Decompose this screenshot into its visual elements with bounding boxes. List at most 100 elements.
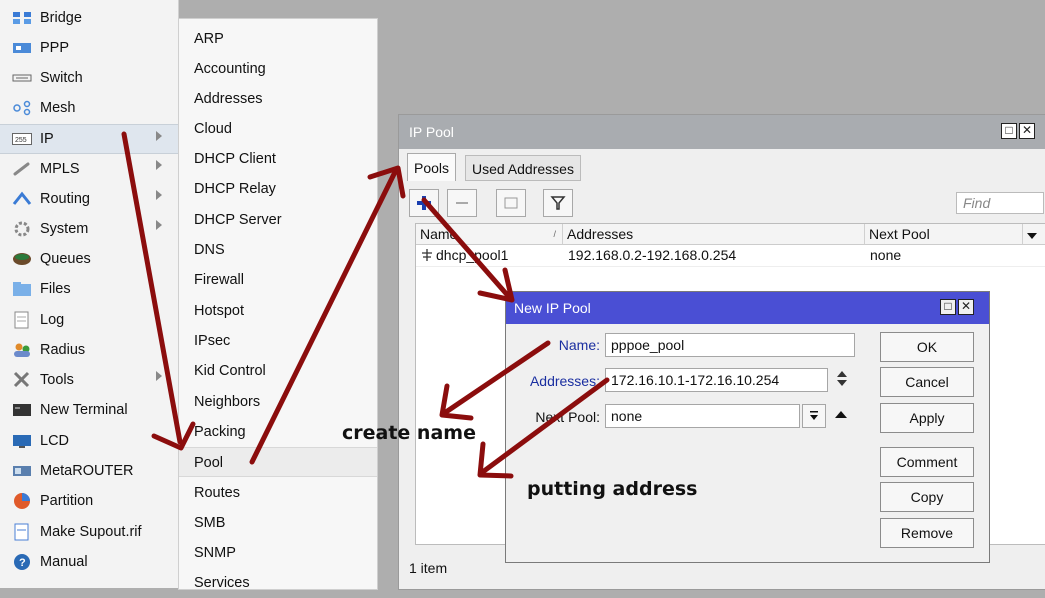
submenu-item-routes[interactable]: Routes (179, 478, 377, 508)
comment-button[interactable]: Comment (880, 447, 974, 477)
table-row[interactable]: dhcp_pool1 192.168.0.2-192.168.0.254 non… (416, 246, 1045, 267)
submenu-item-pool[interactable]: Pool (179, 447, 377, 477)
annotation-create-name: create name (342, 422, 476, 444)
filter-icon (550, 196, 566, 210)
terminal-icon (10, 400, 34, 420)
sidebar-item-metarouter[interactable]: MetaROUTER (0, 456, 178, 486)
submenu-arrow-icon (156, 220, 162, 230)
ip-submenu: ARP Accounting Addresses Cloud DHCP Clie… (178, 18, 378, 591)
sidebar-item-manual[interactable]: ? Manual (0, 547, 178, 577)
updown-icon[interactable] (837, 371, 849, 389)
sort-icon: / (553, 229, 556, 239)
partition-icon (10, 491, 34, 511)
find-input[interactable]: Find (956, 192, 1044, 214)
window-title: IP Pool (409, 124, 454, 140)
sidebar-item-queues[interactable]: Queues (0, 244, 178, 274)
sidebar-item-label: MPLS (40, 161, 80, 177)
new-pool-titlebar[interactable]: New IP Pool □ ✕ (506, 292, 989, 324)
name-field[interactable]: pppoe_pool (605, 333, 855, 357)
sidebar-item-new-terminal[interactable]: New Terminal (0, 395, 178, 425)
sidebar-item-ip[interactable]: 255 IP (0, 124, 178, 154)
copy-button[interactable]: Copy (880, 482, 974, 512)
cancel-button[interactable]: Cancel (880, 367, 974, 397)
submenu-item-dns[interactable]: DNS (179, 235, 377, 265)
system-icon (10, 219, 34, 239)
svg-text:?: ? (19, 557, 26, 569)
sidebar-item-make-supout[interactable]: Make Supout.rif (0, 517, 178, 547)
submenu-arrow-icon (156, 131, 162, 141)
submenu-item-services[interactable]: Services (179, 568, 377, 598)
close-icon[interactable]: ✕ (1019, 123, 1035, 139)
maximize-icon[interactable]: □ (1001, 123, 1017, 139)
sidebar-item-label: Tools (40, 372, 74, 388)
addresses-field[interactable]: 172.16.10.1-172.16.10.254 (605, 368, 828, 392)
column-header-next-pool[interactable]: Next Pool (865, 224, 1023, 245)
submenu-item-accounting[interactable]: Accounting (179, 54, 377, 84)
sidebar-item-label: Partition (40, 493, 94, 509)
sidebar-item-label: New Terminal (40, 402, 128, 418)
apply-button[interactable]: Apply (880, 403, 974, 433)
dropdown-button[interactable] (802, 404, 826, 428)
submenu-item-kid-control[interactable]: Kid Control (179, 356, 377, 386)
submenu-arrow-icon (156, 371, 162, 381)
sidebar-item-ppp[interactable]: PPP (0, 33, 178, 63)
comment-button[interactable] (496, 189, 526, 217)
column-header-addresses[interactable]: Addresses (563, 224, 865, 245)
name-label: Name: (558, 337, 600, 353)
submenu-item-dhcp-relay[interactable]: DHCP Relay (179, 174, 377, 204)
submenu-item-neighbors[interactable]: Neighbors (179, 387, 377, 417)
maximize-icon[interactable]: □ (940, 299, 956, 315)
submenu-item-snmp[interactable]: SNMP (179, 538, 377, 568)
sidebar-item-label: LCD (40, 433, 70, 449)
sidebar-item-system[interactable]: System (0, 214, 178, 244)
sidebar-item-tools[interactable]: Tools (0, 365, 178, 395)
mesh-icon (10, 98, 34, 118)
submenu-item-dhcp-client[interactable]: DHCP Client (179, 144, 377, 174)
sidebar-item-label: Queues (40, 251, 91, 267)
submenu-item-hotspot[interactable]: Hotspot (179, 296, 377, 326)
tab-used-addresses[interactable]: Used Addresses (465, 155, 581, 181)
filter-button[interactable] (543, 189, 573, 217)
sidebar-item-lcd[interactable]: LCD (0, 426, 178, 456)
manual-icon: ? (10, 552, 34, 572)
remove-button[interactable]: Remove (880, 518, 974, 548)
sidebar-item-log[interactable]: Log (0, 305, 178, 335)
sidebar-item-label: Log (40, 312, 65, 328)
sidebar-item-routing[interactable]: Routing (0, 184, 178, 214)
sidebar-item-radius[interactable]: Radius (0, 335, 178, 365)
sidebar-item-mpls[interactable]: MPLS (0, 154, 178, 184)
column-header-name[interactable]: Name / (416, 224, 563, 245)
ip-pool-titlebar[interactable]: IP Pool □ ✕ (399, 115, 1045, 149)
submenu-item-cloud[interactable]: Cloud (179, 114, 377, 144)
next-pool-label: Next Pool: (535, 409, 600, 425)
ok-button[interactable]: OK (880, 332, 974, 362)
chevron-down-icon (810, 411, 818, 420)
collapse-icon[interactable] (835, 411, 847, 418)
sidebar-item-files[interactable]: Files (0, 274, 178, 304)
sidebar-item-partition[interactable]: Partition (0, 486, 178, 516)
submenu-item-smb[interactable]: SMB (179, 508, 377, 538)
sidebar-item-mesh[interactable]: Mesh (0, 93, 178, 123)
new-ip-pool-dialog: New IP Pool □ ✕ Name: pppoe_pool Address… (505, 291, 990, 563)
sidebar-item-label: Switch (40, 70, 83, 86)
sidebar-item-label: Bridge (40, 10, 82, 26)
pool-addresses-cell: 192.168.0.2-192.168.0.254 (568, 247, 737, 263)
next-pool-select[interactable]: none (605, 404, 800, 428)
sidebar-item-switch[interactable]: Switch (0, 63, 178, 93)
tab-pools[interactable]: Pools (407, 153, 457, 181)
submenu-item-firewall[interactable]: Firewall (179, 265, 377, 295)
sidebar-item-label: System (40, 221, 89, 237)
submenu-item-dhcp-server[interactable]: DHCP Server (179, 205, 377, 235)
note-icon (504, 197, 518, 209)
add-button[interactable] (409, 189, 439, 217)
queues-icon (10, 249, 34, 269)
addresses-label: Addresses: (529, 373, 600, 389)
close-icon[interactable]: ✕ (958, 299, 974, 315)
submenu-item-ipsec[interactable]: IPsec (179, 326, 377, 356)
submenu-item-arp[interactable]: ARP (179, 24, 377, 54)
sidebar-item-bridge[interactable]: Bridge (0, 3, 178, 33)
submenu-item-addresses[interactable]: Addresses (179, 84, 377, 114)
sidebar-menu: Bridge PPP Switch Mesh 255 IP MPLS Routi… (0, 0, 179, 588)
remove-button[interactable] (447, 189, 477, 217)
column-menu-button[interactable] (1023, 224, 1045, 245)
